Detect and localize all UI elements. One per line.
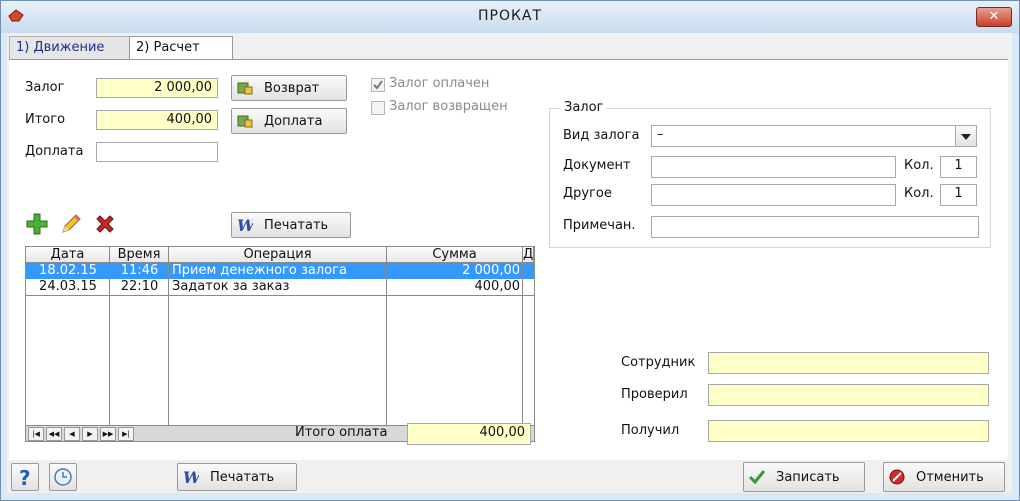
clock-icon — [54, 468, 72, 486]
svg-text:W: W — [237, 217, 253, 233]
help-icon: ? — [19, 466, 31, 490]
received-by-label: Получил — [621, 423, 680, 438]
print-bottom-button[interactable]: W Печатать — [177, 463, 297, 491]
nav-first-button[interactable]: |◀ — [28, 427, 44, 441]
employee-field[interactable] — [708, 352, 989, 374]
save-button[interactable]: Записать — [743, 462, 865, 492]
nav-next-page-button[interactable]: ▶▶ — [100, 427, 116, 441]
cell-amount: 400,00 — [474, 279, 521, 294]
deposit-type-value: – — [657, 127, 664, 142]
document-field[interactable] — [651, 156, 896, 178]
column-header-time[interactable]: Время — [110, 247, 169, 263]
checkmark-icon — [749, 470, 765, 485]
total-label: Итого — [25, 112, 66, 127]
column-divider — [168, 263, 169, 425]
nav-prev-page-button[interactable]: ◀◀ — [46, 427, 62, 441]
surcharge-icon — [237, 115, 253, 128]
nav-prev-button[interactable]: ◀ — [64, 427, 80, 441]
table-row[interactable]: 18.02.15 11:46 Прием денежного залога 2 … — [26, 263, 534, 279]
return-button-label: Возврат — [264, 81, 320, 96]
delete-icon[interactable] — [93, 212, 117, 236]
table-row[interactable]: 24.03.15 22:10 Задаток за заказ 400,00 — [26, 279, 534, 295]
cancel-button[interactable]: Отменить — [883, 462, 1005, 492]
main-window: ПРОКАТ ✕ 1) Движение 2) Расчет Залог 2 0… — [0, 0, 1020, 501]
total-payment-label: Итого оплата — [295, 425, 388, 440]
chevron-down-icon — [961, 134, 971, 140]
svg-text:W: W — [183, 469, 199, 485]
svg-text:?: ? — [19, 466, 31, 490]
window-title: ПРОКАТ — [477, 8, 543, 24]
client-area: 1) Движение 2) Расчет Залог 2 000,00 Ито… — [7, 33, 1012, 493]
edit-pencil-icon[interactable] — [59, 212, 83, 236]
column-header-amount[interactable]: Сумма — [387, 247, 523, 263]
cell-amount: 2 000,00 — [462, 263, 520, 278]
other-field[interactable] — [651, 184, 896, 206]
cell-operation: Прием денежного залога — [172, 263, 347, 278]
column-header-extra[interactable]: Д — [523, 247, 534, 263]
print-bottom-button-label: Печатать — [210, 470, 275, 485]
add-icon[interactable] — [25, 212, 49, 236]
column-header-date[interactable]: Дата — [26, 247, 110, 263]
calculation-panel: Залог 2 000,00 Итого 400,00 Доплата Возв… — [9, 59, 1008, 460]
cell-date: 18.02.15 — [39, 263, 97, 278]
note-field[interactable] — [651, 216, 979, 238]
tab-calculation[interactable]: 2) Расчет — [129, 36, 233, 59]
surcharge-field[interactable] — [96, 142, 218, 162]
check-icon — [373, 80, 383, 90]
deposit-type-select[interactable]: – — [651, 125, 977, 147]
cancel-button-label: Отменить — [916, 470, 984, 485]
other-qty-field[interactable]: 1 — [940, 184, 977, 206]
column-divider — [386, 263, 387, 425]
bottom-bar: ? W Печатать Записать — [7, 459, 1012, 493]
deposit-field[interactable]: 2 000,00 — [96, 78, 218, 98]
other-label: Другое — [563, 186, 612, 201]
checked-by-label: Проверил — [621, 387, 688, 402]
title-bar[interactable]: ПРОКАТ ✕ — [1, 1, 1019, 33]
received-by-field[interactable] — [708, 420, 989, 442]
cell-date: 24.03.15 — [39, 279, 97, 294]
nav-next-button[interactable]: ▶ — [82, 427, 98, 441]
return-button[interactable]: Возврат — [231, 75, 347, 101]
return-icon — [237, 82, 253, 95]
total-payment-field[interactable]: 400,00 — [407, 423, 531, 445]
deposit-returned-checkbox[interactable] — [371, 101, 385, 115]
column-header-operation[interactable]: Операция — [169, 247, 387, 263]
operations-table: Дата Время Операция Сумма Д 18.02.15 11:… — [25, 246, 535, 442]
deposit-paid-label: Залог оплачен — [389, 76, 490, 91]
save-button-label: Записать — [776, 470, 840, 485]
print-button-label: Печатать — [264, 218, 329, 233]
cancel-icon — [889, 469, 905, 485]
surcharge-button[interactable]: Доплата — [231, 108, 347, 134]
deposit-group-title: Залог — [561, 100, 607, 115]
note-label: Примечан. — [563, 218, 636, 233]
nav-last-button[interactable]: ▶| — [118, 427, 134, 441]
close-button[interactable]: ✕ — [976, 7, 1012, 27]
tab-movement[interactable]: 1) Движение — [9, 36, 133, 59]
clock-button[interactable] — [49, 463, 77, 491]
surcharge-button-label: Доплата — [264, 114, 323, 129]
deposit-returned-label: Залог возвращен — [389, 99, 508, 114]
dropdown-button[interactable] — [955, 126, 976, 146]
cell-time: 22:10 — [120, 279, 159, 294]
column-divider — [522, 263, 523, 425]
word-icon: W — [237, 217, 253, 233]
deposit-type-label: Вид залога — [563, 128, 640, 143]
print-button[interactable]: W Печатать — [231, 212, 351, 238]
cell-operation: Задаток за заказ — [172, 279, 290, 294]
deposit-label: Залог — [25, 80, 65, 95]
other-qty-label: Кол. — [904, 186, 934, 201]
document-label: Документ — [563, 158, 631, 173]
row-divider — [26, 295, 534, 296]
help-button[interactable]: ? — [11, 463, 39, 491]
employee-label: Сотрудник — [621, 355, 696, 370]
deposit-paid-checkbox[interactable] — [371, 78, 385, 92]
word-icon: W — [183, 469, 199, 485]
checked-by-field[interactable] — [708, 384, 989, 406]
column-divider — [109, 263, 110, 425]
document-qty-field[interactable]: 1 — [940, 156, 977, 178]
total-field[interactable]: 400,00 — [96, 110, 218, 130]
cell-time: 11:46 — [120, 263, 159, 278]
document-qty-label: Кол. — [904, 158, 934, 173]
surcharge-label: Доплата — [25, 144, 84, 159]
